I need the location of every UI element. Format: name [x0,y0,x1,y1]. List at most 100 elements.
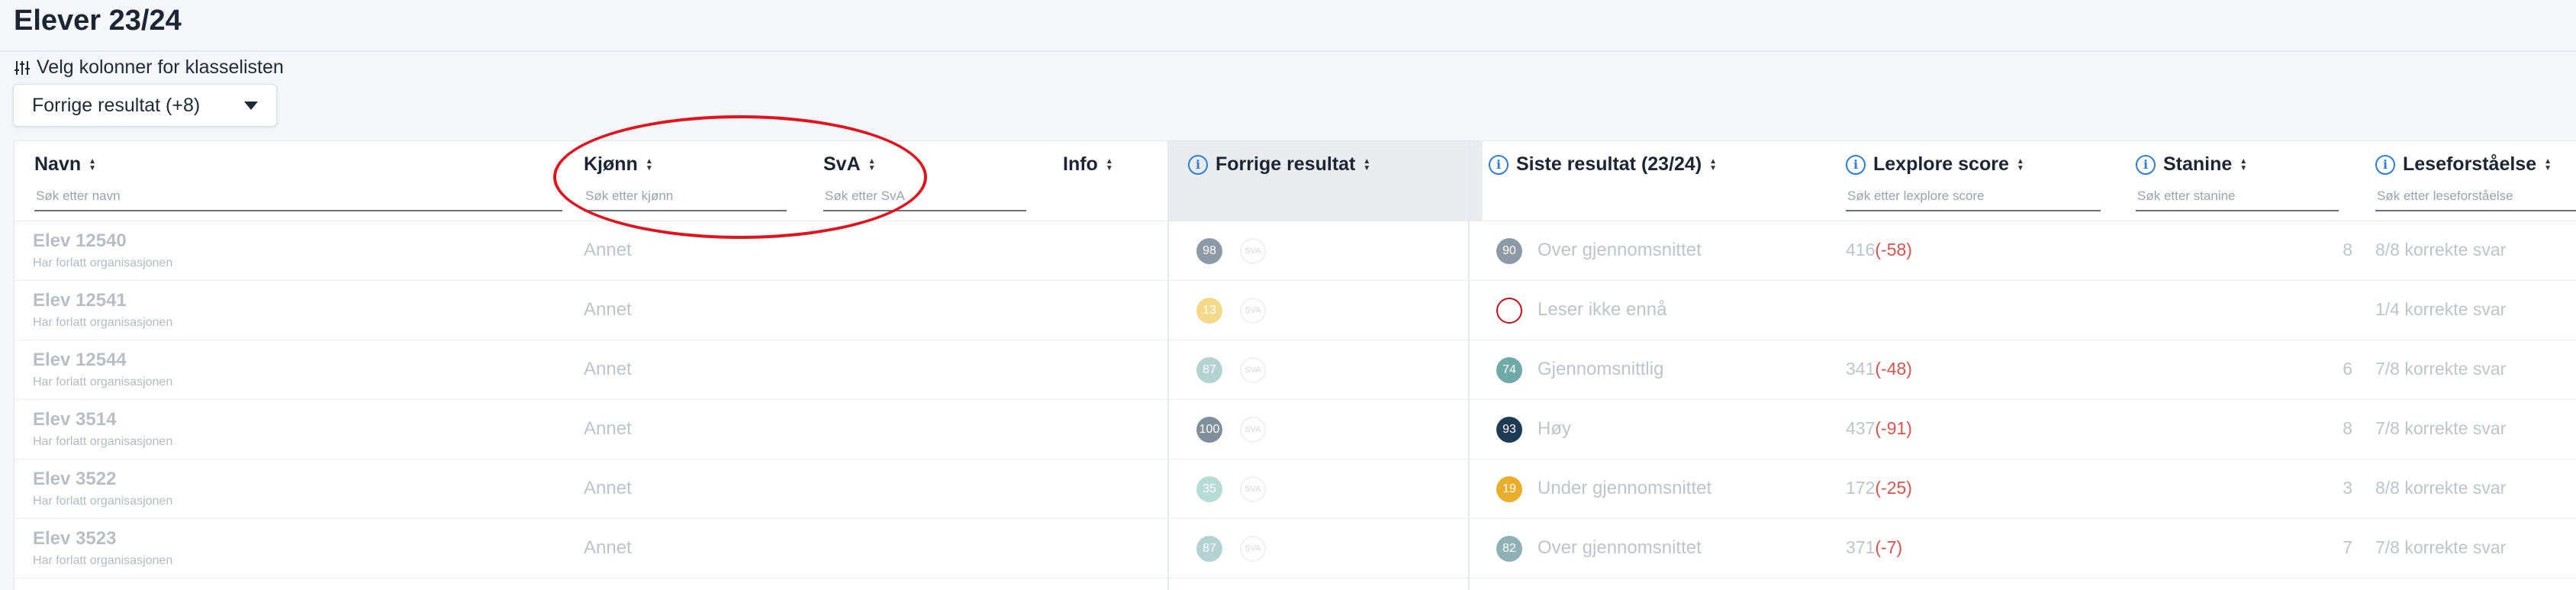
table-row[interactable]: Elev 3523 Har forlatt organisasjonen Annet… [14,519,2576,579]
header-info-label: Info [1063,153,1098,175]
search-sva-field[interactable] [823,189,1029,211]
header-siste[interactable]: i Siste resultat (23/24) ▲ ▼ [1489,153,1717,176]
table-row[interactable]: Elev 3522 Har forlatt organisasjonen Annet… [14,459,2576,519]
info-icon[interactable]: i [2375,154,2395,175]
student-name[interactable]: Elev 3522 [33,469,116,490]
sort-icon[interactable]: ▲ ▼ [868,157,876,172]
info-icon[interactable]: i [1846,154,1866,175]
lexplore-value: 341 [1846,359,1876,379]
search-lexplore-input[interactable] [1846,189,2104,204]
search-kjonn-field[interactable] [584,189,790,211]
last-score-badge: 90 [1496,238,1522,264]
reading-comprehension-value: 8/8 korrekte svar [2375,240,2507,260]
student-name[interactable]: Elev 12540 [33,231,127,252]
sort-icon[interactable]: ▲ ▼ [1106,157,1113,172]
search-lese-input[interactable] [2375,189,2576,204]
student-name[interactable]: Elev 12544 [33,350,127,371]
table-row[interactable]: Elev 3514 Har forlatt organisasjonen Annet… [14,400,2576,459]
header-siste-label: Siste resultat (23/24) [1516,153,1702,175]
header-kjonn-label: Kjønn [584,153,638,175]
student-status: Har forlatt organisasjonen [33,554,173,567]
prev-score-badge: 100 [1196,417,1222,443]
header-lexplore-label: Lexplore score [1873,153,2009,175]
column-preset-dropdown[interactable]: Forrige resultat (+8) [13,84,277,127]
stanine-value: 8 [2343,418,2352,438]
header-stanine[interactable]: i Stanine ▲ ▼ [2136,153,2247,176]
lexplore-value: 172 [1846,478,1876,498]
info-icon[interactable]: i [1489,154,1509,175]
reading-comprehension-value: 7/8 korrekte svar [2375,418,2507,438]
prev-score-badge: 13 [1196,298,1222,324]
search-navn-field[interactable] [34,189,565,211]
gender-value: Annet [584,478,632,498]
sort-icon[interactable]: ▲ ▼ [1363,157,1370,172]
last-result-text: Over gjennomsnittet [1538,537,1702,558]
sort-icon[interactable]: ▲ ▼ [2240,157,2247,172]
student-name[interactable]: Elev 3514 [33,409,116,430]
reading-comprehension-value: 7/8 korrekte svar [2375,537,2507,557]
sort-icon[interactable]: ▲ ▼ [2544,157,2552,172]
lexplore-value: 437 [1846,418,1876,438]
stanine-value: 8 [2343,240,2352,260]
sva-badge: SVA [1240,298,1266,324]
lexplore-value: 416 [1846,240,1876,260]
header-navn-label: Navn [34,153,82,175]
search-lexplore-field[interactable] [1846,189,2104,211]
info-icon[interactable]: i [2136,154,2156,175]
gender-value: Annet [584,299,632,320]
column-chooser-label: Velg kolonner for klasselisten [37,56,284,78]
sort-icon[interactable]: ▲ ▼ [646,157,653,172]
info-icon[interactable]: i [1188,154,1208,175]
column-chooser-link[interactable]: Velg kolonner for klasselisten [14,56,284,79]
last-result-text: Under gjennomsnittet [1538,478,1712,498]
search-sva-input[interactable] [823,189,1029,204]
prev-score-badge: 87 [1196,357,1222,383]
lexplore-value: 371 [1846,537,1876,557]
header-navn[interactable]: Navn ▲ ▼ [34,153,96,176]
last-result-text: Gjennomsnittlig [1538,359,1664,379]
header-sva[interactable]: SvA ▲ ▼ [823,153,876,176]
prev-score-badge: 87 [1196,536,1222,562]
search-stanine-field[interactable] [2136,189,2342,211]
search-kjonn-input[interactable] [584,189,790,204]
student-name[interactable]: Elev 3523 [33,528,116,550]
student-name[interactable]: Elev 12541 [33,290,127,311]
header-stanine-label: Stanine [2163,153,2233,175]
sva-badge: SVA [1240,476,1266,502]
header-forrige[interactable]: i Forrige resultat ▲ ▼ [1188,153,1370,176]
page-title: Elever 23/24 [14,5,182,37]
gender-value: Annet [584,240,632,260]
lexplore-score: 172(-25) [1846,478,1912,498]
last-result-text: Leser ikke ennå [1538,299,1667,320]
lexplore-delta: (-25) [1875,478,1912,498]
header-lese[interactable]: i Leseforståelse ▲ ▼ [2375,153,2552,176]
header-info[interactable]: Info ▲ ▼ [1063,153,1113,176]
gender-value: Annet [584,537,632,558]
header-kjonn[interactable]: Kjønn ▲ ▼ [584,153,653,176]
last-score-badge: 82 [1496,536,1522,562]
reading-comprehension-value: 1/4 korrekte svar [2375,299,2507,319]
search-stanine-input[interactable] [2136,189,2342,204]
sva-badge: SVA [1240,417,1266,443]
prev-score-badge: 98 [1196,238,1222,264]
student-status: Har forlatt organisasjonen [33,256,173,269]
search-lese-field[interactable] [2375,189,2576,211]
not-reading-circle-icon [1496,298,1522,324]
sort-icon[interactable]: ▲ ▼ [89,157,96,172]
table-row[interactable]: Elev 12544 Har forlatt organisasjonen Anne… [14,340,2576,400]
reading-comprehension-value: 8/8 korrekte svar [2375,478,2507,498]
lexplore-delta: (-7) [1875,537,1903,557]
student-status: Har forlatt organisasjonen [33,495,173,508]
sort-icon[interactable]: ▲ ▼ [1709,157,1717,172]
table-row[interactable]: Elev 12540 Har forlatt organisasjonen Anne… [14,221,2576,281]
prev-score-badge: 35 [1196,476,1222,502]
table-row[interactable]: Elev 12541 Har forlatt organisasjonen Anne… [14,281,2576,340]
caret-down-icon [244,101,258,110]
gender-value: Annet [584,418,632,439]
sort-icon[interactable]: ▲ ▼ [2017,157,2024,172]
student-status: Har forlatt organisasjonen [33,376,173,388]
header-lexplore[interactable]: i Lexplore score ▲ ▼ [1846,153,2024,176]
lexplore-delta: (-48) [1875,359,1912,379]
header-forrige-label: Forrige resultat [1216,153,1356,175]
search-navn-input[interactable] [34,189,565,204]
